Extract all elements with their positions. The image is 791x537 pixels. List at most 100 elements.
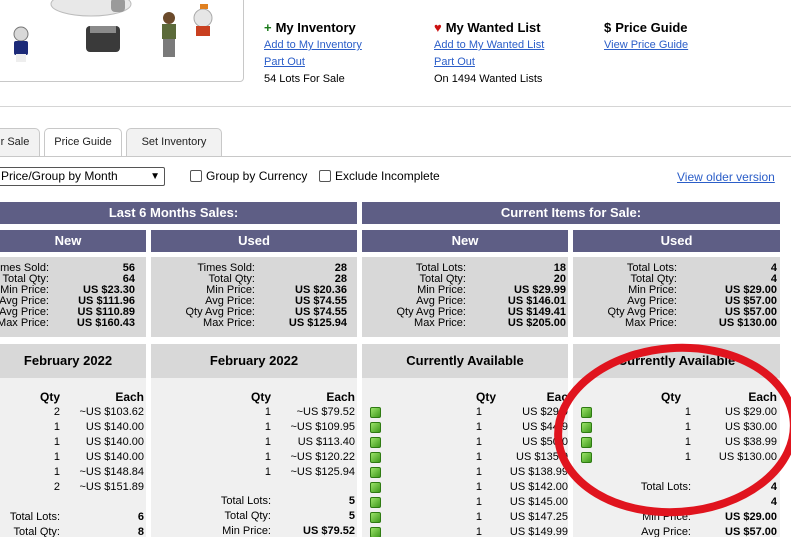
each-header: Each [326,390,355,404]
total-row: Total Lots: 6 [9,511,144,523]
current-used-header: Used [573,230,780,252]
table-row[interactable]: 1 US $149.99 [362,525,568,537]
product-image[interactable] [0,0,244,82]
tab-underline [0,156,791,157]
qty-header: Qty [475,390,496,404]
seller-store-icon[interactable] [370,452,381,463]
total-row: Total Qty: 8 [13,526,144,537]
table-row[interactable]: 1 US $30.00 [573,420,780,435]
header-divider [0,106,791,107]
table-row[interactable]: 1 US $29.00 [573,405,780,420]
seller-store-icon[interactable] [370,467,381,478]
each-header: Eac [546,390,568,404]
table-row: 1 ~US $125.94 [264,466,355,478]
stat-label: Max Price: [625,317,677,329]
my-inventory-title: + My Inventory [264,20,356,35]
current-used-stats: Total Lots: 4 Total Qty: 4 Min Price: US $2… [573,257,780,337]
total-row: Total Lots: 5 [220,495,355,507]
total-row: 4 [770,496,777,508]
each-header: Each [115,390,144,404]
seller-store-icon[interactable] [581,407,592,418]
total-row: Total Qty: 5 [224,510,355,522]
qty-header: Qty [39,390,60,404]
stat-value: 4 [770,262,777,274]
table-row[interactable]: 1 US $142.00 [362,480,568,495]
tab-price-guide[interactable]: Price Guide [44,128,122,157]
stat-value: US $125.94 [288,317,347,329]
current-used-detail: Qty Each 1 US $29.00 1 US $30.00 1 US $38.9… [573,378,780,537]
seller-store-icon[interactable] [370,512,381,523]
sold-used-detail: Qty Each 1 ~US $79.52 1 ~US $109.95 1 US $1… [151,378,357,537]
seller-store-icon[interactable] [370,422,381,433]
price-guide-title: $ Price Guide [604,20,688,35]
exclude-incomplete-checkbox[interactable]: Exclude Incomplete [319,170,440,183]
table-row[interactable]: 1 US $130.00 [573,450,780,465]
table-row[interactable]: 1 US $29.9 [362,405,568,420]
group-by-select[interactable]: Price/Group by Month ▼ [0,167,165,186]
table-row[interactable]: 1 US $138.99 [362,465,568,480]
seller-store-icon[interactable] [370,437,381,448]
wanted-lists-count: On 1494 Wanted Lists [434,73,543,85]
seller-store-icon[interactable] [370,482,381,493]
lots-for-sale-text: 54 Lots For Sale [264,73,345,85]
current-items-header: Current Items for Sale: [362,202,780,224]
seller-store-icon[interactable] [370,497,381,508]
seller-store-icon[interactable] [581,437,592,448]
table-row[interactable]: 1 US $147.25 [362,510,568,525]
current-new-detail: Qty Eac 1 US $29.9 1 US $44.9 1 US $50.0 1U… [362,378,568,537]
wanted-list-title: ♥ My Wanted List [434,20,541,35]
table-row: 1 ~US $120.22 [264,451,355,463]
seller-store-icon[interactable] [370,407,381,418]
checkbox-box[interactable] [319,170,331,182]
view-older-version-link[interactable]: View older version [677,170,775,184]
heart-icon: ♥ [434,20,442,35]
view-price-guide-link[interactable]: View Price Guide [604,37,688,54]
table-row: 1 US $140.00 [53,451,144,463]
table-row: 2 ~US $151.89 [53,481,144,493]
wanted-list-panel: ♥ My Wanted List Add to My Wanted List Pa… [434,20,544,88]
checkbox-box[interactable] [190,170,202,182]
wanted-part-out-link[interactable]: Part Out [434,54,544,71]
qty-header: Qty [250,390,271,404]
total-row: Avg Price: US $57.00 [641,526,777,537]
seller-store-icon[interactable] [581,422,592,433]
stat-value: US $160.43 [76,317,135,329]
group-by-currency-checkbox[interactable]: Group by Currency [190,170,307,183]
stat-label: Max Price: [0,317,49,329]
plus-icon: + [264,20,272,35]
sold-used-period: February 2022 [151,344,357,378]
tab-for-sale[interactable]: r Sale [0,128,40,156]
add-to-wanted-list-link[interactable]: Add to My Wanted List [434,37,544,54]
sold-new-header: New [0,230,146,252]
each-header: Each [748,390,777,404]
total-row: Min Price: US $79.52 [222,525,355,537]
tab-set-inventory[interactable]: Set Inventory [126,128,222,156]
stat-value: 28 [334,262,347,274]
my-inventory-panel: + My Inventory Add to My Inventory Part O… [264,20,362,88]
current-new-period: Currently Available [362,344,568,378]
sold-new-detail: Qty Each 2 ~US $103.62 1 US $140.00 1 US $1… [0,378,146,537]
table-row[interactable]: 1 US $38.99 [573,435,780,450]
add-to-inventory-link[interactable]: Add to My Inventory [264,37,362,54]
seller-store-icon[interactable] [370,527,381,537]
sold-new-period: February 2022 [0,344,146,378]
stat-value: US $130.00 [718,317,777,329]
stat-value: 18 [553,262,566,274]
table-row[interactable]: 1 US $145.00 [362,495,568,510]
table-row: 1 ~US $148.84 [53,466,144,478]
chevron-down-icon: ▼ [150,171,160,182]
last-6-months-header: Last 6 Months Sales: [0,202,357,224]
stat-value: US $205.00 [507,317,566,329]
seller-store-icon[interactable] [581,452,592,463]
stat-label: Max Price: [203,317,255,329]
total-row: Total Lots: 4 [640,481,777,493]
table-row[interactable]: 1 US $135.0 [362,450,568,465]
sold-used-header: Used [151,230,357,252]
dollar-icon: $ [604,20,612,35]
total-row: Min Price: US $29.00 [642,511,777,523]
table-row[interactable]: 1 US $44.9 [362,420,568,435]
table-row: 1 ~US $109.95 [264,421,355,433]
stat-label: Max Price: [414,317,466,329]
part-out-link[interactable]: Part Out [264,54,362,71]
table-row[interactable]: 1 US $50.0 [362,435,568,450]
